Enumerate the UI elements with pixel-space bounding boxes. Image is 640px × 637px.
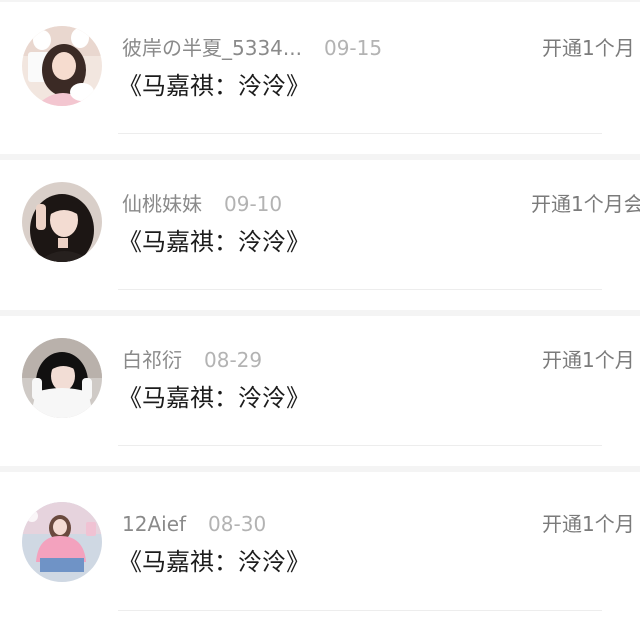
avatar[interactable] [22,182,102,262]
comment-meta: 彼岸の半夏_5334... 09-15 [122,36,382,60]
comment-text: 《马嘉祺：泠泠》 [118,228,310,256]
comment-meta: 12Aief 08-30 [122,512,266,536]
avatar-photo [22,182,102,262]
avatar-photo [22,502,102,582]
membership-badge: 开通1个月 [542,348,635,372]
comment-date: 08-30 [208,512,267,536]
comment-date: 09-15 [323,36,383,60]
comment-item: 白祁衍 08-29 《马嘉祺：泠泠》 开通1个月 [0,316,640,466]
avatar-photo [22,26,102,106]
avatar[interactable] [22,26,102,106]
comment-date: 09-10 [224,192,283,216]
avatar[interactable] [22,502,102,582]
comment-item: 彼岸の半夏_5334... 09-15 《马嘉祺：泠泠》 开通1个月 [0,2,640,154]
divider [118,445,602,446]
membership-badge: 开通1个月会 [531,192,640,216]
divider [118,133,602,134]
membership-badge: 开通1个月 [542,512,635,536]
comment-text: 《马嘉祺：泠泠》 [118,384,310,412]
avatar-photo [22,338,102,418]
comment-meta: 仙桃妹妹 09-10 [122,192,282,216]
username-link[interactable]: 白祁衍 [122,348,182,372]
comment-item: 仙桃妹妹 09-10 《马嘉祺：泠泠》 开通1个月会 [0,160,640,310]
comment-meta: 白祁衍 08-29 [122,348,262,372]
divider [118,289,602,290]
comment-text: 《马嘉祺：泠泠》 [118,548,310,576]
comment-text: 《马嘉祺：泠泠》 [118,72,310,100]
divider [118,610,602,611]
comment-item: 12Aief 08-30 《马嘉祺：泠泠》 开通1个月 [0,472,640,637]
username-link[interactable]: 12Aief [122,512,186,536]
avatar[interactable] [22,338,102,418]
username-link[interactable]: 仙桃妹妹 [122,192,202,216]
comment-date: 08-29 [204,348,263,372]
username-link[interactable]: 彼岸の半夏_5334... [122,36,302,60]
membership-badge: 开通1个月 [542,36,635,60]
comment-feed: 彼岸の半夏_5334... 09-15 《马嘉祺：泠泠》 开通1个月 仙桃妹妹 09… [0,0,640,637]
